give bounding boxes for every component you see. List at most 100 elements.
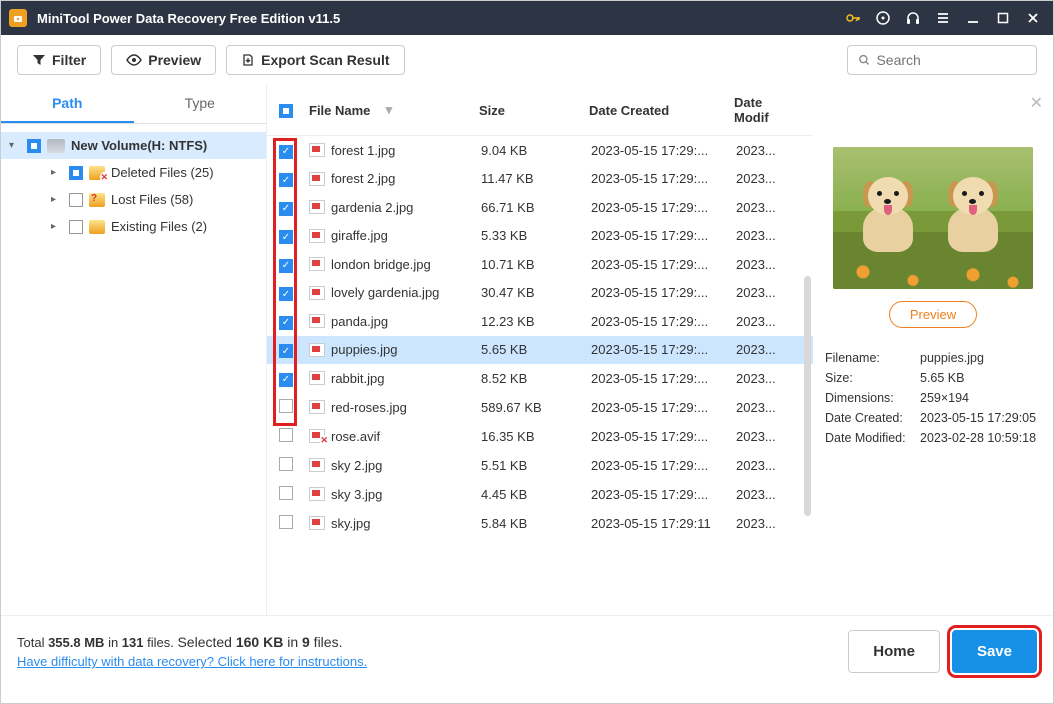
- disc-icon[interactable]: [871, 6, 895, 30]
- file-row[interactable]: ✓gardenia 2.jpg66.71 KB2023-05-15 17:29:…: [267, 193, 813, 222]
- file-created: 2023-05-15 17:29:...: [591, 429, 736, 444]
- tab-path[interactable]: Path: [1, 85, 134, 123]
- file-modified: 2023...: [736, 342, 796, 357]
- meta-dim-key: Dimensions:: [825, 391, 920, 405]
- file-checkbox[interactable]: ✓: [279, 145, 293, 159]
- preview-metadata: Filename:puppies.jpg Size:5.65 KB Dimens…: [825, 348, 1041, 448]
- checkbox[interactable]: [69, 193, 83, 207]
- tree-root-label: New Volume(H: NTFS): [71, 138, 207, 153]
- file-row[interactable]: ✓london bridge.jpg10.71 KB2023-05-15 17:…: [267, 250, 813, 279]
- file-checkbox[interactable]: [279, 457, 293, 471]
- file-created: 2023-05-15 17:29:...: [591, 171, 736, 186]
- preview-open-button[interactable]: Preview: [889, 301, 977, 328]
- file-row[interactable]: rose.avif16.35 KB2023-05-15 17:29:...202…: [267, 422, 813, 451]
- minimize-icon[interactable]: [961, 6, 985, 30]
- file-checkbox[interactable]: ✓: [279, 202, 293, 216]
- file-list-pane: File Name ▾ Size Date Created Date Modif…: [267, 85, 813, 615]
- tree-root[interactable]: ▾ New Volume(H: NTFS): [1, 132, 266, 159]
- filter-label: Filter: [52, 52, 86, 68]
- file-row[interactable]: red-roses.jpg589.67 KB2023-05-15 17:29:.…: [267, 393, 813, 422]
- image-file-icon: [309, 286, 325, 300]
- folder-lost-icon: [89, 193, 105, 207]
- file-row[interactable]: ✓giraffe.jpg5.33 KB2023-05-15 17:29:...2…: [267, 222, 813, 251]
- file-checkbox[interactable]: ✓: [279, 373, 293, 387]
- file-size: 16.35 KB: [481, 429, 591, 444]
- title-bar: MiniTool Power Data Recovery Free Editio…: [1, 1, 1053, 35]
- maximize-icon[interactable]: [991, 6, 1015, 30]
- file-name: giraffe.jpg: [331, 228, 481, 243]
- tree-item-lost[interactable]: ▸ Lost Files (58): [1, 186, 266, 213]
- tree-item-existing[interactable]: ▸ Existing Files (2): [1, 213, 266, 240]
- file-modified: 2023...: [736, 171, 796, 186]
- checkbox[interactable]: [69, 220, 83, 234]
- file-row[interactable]: sky 2.jpg5.51 KB2023-05-15 17:29:...2023…: [267, 451, 813, 480]
- col-modified-header[interactable]: Date Modif: [734, 95, 794, 125]
- menu-icon[interactable]: [931, 6, 955, 30]
- total-size: 355.8 MB: [48, 635, 104, 650]
- file-checkbox[interactable]: [279, 515, 293, 529]
- tab-type[interactable]: Type: [134, 85, 267, 123]
- meta-modified-val: 2023-02-28 10:59:18: [920, 431, 1036, 445]
- file-checkbox[interactable]: ✓: [279, 230, 293, 244]
- file-checkbox[interactable]: ✓: [279, 316, 293, 330]
- file-checkbox[interactable]: [279, 399, 293, 413]
- preview-label: Preview: [148, 52, 201, 68]
- selected-label: Selected: [177, 634, 235, 650]
- file-checkbox[interactable]: ✓: [279, 344, 293, 358]
- tree-item-deleted[interactable]: ▸ Deleted Files (25): [1, 159, 266, 186]
- file-row[interactable]: ✓lovely gardenia.jpg30.47 KB2023-05-15 1…: [267, 279, 813, 308]
- col-created-header[interactable]: Date Created: [589, 103, 734, 118]
- tree-deleted-label: Deleted Files (25): [111, 165, 214, 180]
- file-checkbox[interactable]: [279, 486, 293, 500]
- file-created: 2023-05-15 17:29:...: [591, 200, 736, 215]
- chevron-right-icon: ▸: [51, 194, 63, 205]
- file-size: 5.84 KB: [481, 516, 591, 531]
- help-link[interactable]: Have difficulty with data recovery? Clic…: [17, 654, 367, 669]
- file-row[interactable]: sky 3.jpg4.45 KB2023-05-15 17:29:...2023…: [267, 480, 813, 509]
- scrollbar[interactable]: [804, 276, 811, 516]
- file-row[interactable]: ✓rabbit.jpg8.52 KB2023-05-15 17:29:...20…: [267, 364, 813, 393]
- chevron-down-icon: ▾: [9, 140, 21, 151]
- file-size: 4.45 KB: [481, 487, 591, 502]
- file-row[interactable]: ✓panda.jpg12.23 KB2023-05-15 17:29:...20…: [267, 307, 813, 336]
- search-input[interactable]: [876, 52, 1026, 68]
- file-name: rabbit.jpg: [331, 371, 481, 386]
- file-checkbox[interactable]: [279, 428, 293, 442]
- file-checkbox[interactable]: ✓: [279, 259, 293, 273]
- search-icon: [858, 53, 870, 67]
- checkbox-mixed[interactable]: [69, 166, 83, 180]
- close-icon[interactable]: [1021, 6, 1045, 30]
- image-file-icon: [309, 487, 325, 501]
- file-size: 66.71 KB: [481, 200, 591, 215]
- window-title: MiniTool Power Data Recovery Free Editio…: [37, 11, 841, 26]
- col-size-header[interactable]: Size: [479, 103, 589, 118]
- file-row[interactable]: ✓puppies.jpg5.65 KB2023-05-15 17:29:...2…: [267, 336, 813, 365]
- key-icon[interactable]: [841, 6, 865, 30]
- file-created: 2023-05-15 17:29:...: [591, 228, 736, 243]
- meta-filename-key: Filename:: [825, 351, 920, 365]
- meta-created-key: Date Created:: [825, 411, 920, 425]
- home-button[interactable]: Home: [848, 630, 940, 673]
- search-box[interactable]: [847, 45, 1037, 75]
- tree-lost-label: Lost Files (58): [111, 192, 193, 207]
- footer-stats: Total 355.8 MB in 131 files. Selected 16…: [17, 634, 367, 669]
- col-name-header[interactable]: File Name ▾: [309, 102, 479, 118]
- file-checkbox[interactable]: ✓: [279, 173, 293, 187]
- headphones-icon[interactable]: [901, 6, 925, 30]
- file-row[interactable]: sky.jpg5.84 KB2023-05-15 17:29:112023...: [267, 509, 813, 538]
- image-file-icon: [309, 314, 325, 328]
- preview-button[interactable]: Preview: [111, 45, 216, 75]
- file-row[interactable]: ✓forest 2.jpg11.47 KB2023-05-15 17:29:..…: [267, 165, 813, 194]
- checkbox-mixed[interactable]: [27, 139, 41, 153]
- file-row[interactable]: ✓forest 1.jpg9.04 KB2023-05-15 17:29:...…: [267, 136, 813, 165]
- save-button[interactable]: Save: [952, 630, 1037, 673]
- export-button[interactable]: Export Scan Result: [226, 45, 404, 75]
- meta-modified-key: Date Modified:: [825, 431, 920, 445]
- file-checkbox[interactable]: ✓: [279, 287, 293, 301]
- checkbox-select-all[interactable]: [279, 104, 293, 118]
- total-prefix: Total: [17, 635, 48, 650]
- image-file-icon: [309, 429, 325, 443]
- filter-button[interactable]: Filter: [17, 45, 101, 75]
- close-preview-icon[interactable]: ✕: [1030, 93, 1043, 113]
- image-file-icon: [309, 371, 325, 385]
